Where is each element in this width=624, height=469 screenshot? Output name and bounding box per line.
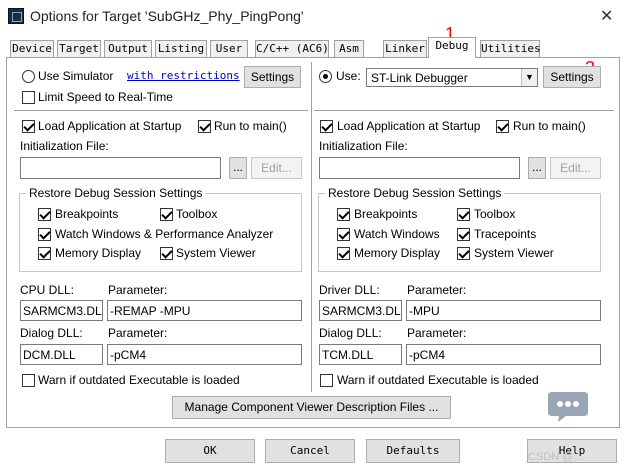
left-restore-title: Restore Debug Session Settings	[26, 186, 206, 200]
left-init-file-label: Initialization File:	[20, 139, 109, 153]
right-memory-checkbox[interactable]	[337, 247, 350, 260]
ok-button[interactable]: OK	[165, 439, 255, 463]
right-memory-label: Memory Display	[354, 246, 441, 260]
use-simulator-label: Use Simulator	[38, 69, 114, 83]
window-title: Options for Target 'SubGHz_Phy_PingPong'	[30, 8, 304, 24]
right-watch-label: Watch Windows	[354, 227, 440, 241]
tab-linker[interactable]: Linker	[383, 40, 427, 58]
right-breakpoints-checkbox[interactable]	[337, 208, 350, 221]
chevron-down-icon[interactable]: ▼	[521, 69, 537, 86]
left-section-divider	[14, 110, 308, 111]
left-init-file-input[interactable]	[20, 157, 221, 179]
left-run-main-checkbox[interactable]	[198, 120, 211, 133]
defaults-button[interactable]: Defaults	[366, 439, 460, 463]
left-memory-label: Memory Display	[55, 246, 142, 260]
right-init-file-input[interactable]	[319, 157, 520, 179]
left-dialog-param-label: Parameter:	[108, 326, 168, 340]
right-sysviewer-checkbox[interactable]	[457, 247, 470, 260]
app-icon	[8, 8, 24, 24]
left-breakpoints-checkbox[interactable]	[38, 208, 51, 221]
right-edit-button[interactable]: Edit...	[550, 157, 601, 179]
left-watch-label: Watch Windows & Performance Analyzer	[55, 227, 274, 241]
tab-target[interactable]: Target	[57, 40, 101, 58]
tab-device[interactable]: Device	[10, 40, 54, 58]
driver-param-label: Parameter:	[407, 283, 467, 297]
csdn-watermark: CSDN @...	[528, 451, 583, 463]
manage-component-viewer-button[interactable]: Manage Component Viewer Description File…	[172, 396, 451, 419]
left-toolbox-label: Toolbox	[176, 207, 218, 221]
use-label: Use:	[336, 69, 361, 83]
right-load-app-checkbox[interactable]	[320, 120, 333, 133]
debugger-settings-button[interactable]: Settings	[543, 66, 601, 88]
right-load-app-label: Load Application at Startup	[337, 119, 481, 133]
right-tracepoints-label: Tracepoints	[474, 227, 537, 241]
right-restore-title: Restore Debug Session Settings	[325, 186, 505, 200]
left-warn-checkbox[interactable]	[22, 374, 35, 387]
left-sysviewer-label: System Viewer	[176, 246, 256, 260]
column-divider	[311, 62, 312, 392]
driver-dll-input[interactable]: SARMCM3.DLL	[319, 300, 402, 321]
cpu-dll-input[interactable]: SARMCM3.DLL	[20, 300, 103, 321]
cpu-dll-label: CPU DLL:	[20, 283, 75, 297]
left-dialog-param-input[interactable]: -pCM4	[107, 344, 302, 365]
left-memory-checkbox[interactable]	[38, 247, 51, 260]
debugger-select-value: ST-Link Debugger	[371, 71, 468, 85]
right-dialog-param-input[interactable]: -pCM4	[406, 344, 601, 365]
left-browse-button[interactable]: ...	[229, 157, 247, 179]
limit-speed-checkbox[interactable]	[22, 91, 35, 104]
right-toolbox-label: Toolbox	[474, 207, 516, 221]
left-warn-label: Warn if outdated Executable is loaded	[38, 373, 240, 387]
right-sysviewer-label: System Viewer	[474, 246, 554, 260]
cpu-param-input[interactable]: -REMAP -MPU	[107, 300, 302, 321]
chat-bubble-icon	[546, 388, 590, 424]
right-init-file-label: Initialization File:	[319, 139, 408, 153]
right-toolbox-checkbox[interactable]	[457, 208, 470, 221]
close-icon[interactable]: ✕	[600, 6, 613, 26]
left-toolbox-checkbox[interactable]	[160, 208, 173, 221]
tab-user[interactable]: User	[210, 40, 248, 58]
left-dialog-dll-label: Dialog DLL:	[20, 326, 83, 340]
right-dialog-dll-label: Dialog DLL:	[319, 326, 382, 340]
left-dialog-dll-input[interactable]: DCM.DLL	[20, 344, 103, 365]
right-breakpoints-label: Breakpoints	[354, 207, 418, 221]
right-run-main-checkbox[interactable]	[496, 120, 509, 133]
right-watch-checkbox[interactable]	[337, 228, 350, 241]
right-dialog-param-label: Parameter:	[407, 326, 467, 340]
left-breakpoints-label: Breakpoints	[55, 207, 119, 221]
tab-listing[interactable]: Listing	[155, 40, 207, 58]
restrictions-link[interactable]: with restrictions	[127, 69, 240, 82]
right-warn-checkbox[interactable]	[320, 374, 333, 387]
limit-speed-label: Limit Speed to Real-Time	[38, 90, 173, 104]
use-simulator-radio[interactable]	[22, 70, 35, 83]
right-run-main-label: Run to main()	[513, 119, 586, 133]
left-sysviewer-checkbox[interactable]	[160, 247, 173, 260]
use-debugger-radio[interactable]	[319, 70, 332, 83]
tab-output[interactable]: Output	[104, 40, 152, 58]
cancel-button[interactable]: Cancel	[265, 439, 355, 463]
left-watch-checkbox[interactable]	[38, 228, 51, 241]
tab-asm[interactable]: Asm	[334, 40, 364, 58]
simulator-settings-button[interactable]: Settings	[244, 66, 301, 88]
right-browse-button[interactable]: ...	[528, 157, 546, 179]
tab-utilities[interactable]: Utilities	[480, 40, 541, 58]
driver-dll-label: Driver DLL:	[319, 283, 380, 297]
tab-debug[interactable]: Debug	[428, 37, 476, 58]
left-load-app-checkbox[interactable]	[22, 120, 35, 133]
debugger-select[interactable]: ST-Link Debugger ▼	[366, 68, 538, 87]
driver-param-input[interactable]: -MPU	[406, 300, 601, 321]
left-load-app-label: Load Application at Startup	[38, 119, 182, 133]
left-run-main-label: Run to main()	[214, 119, 287, 133]
right-section-divider	[314, 110, 614, 111]
right-tracepoints-checkbox[interactable]	[457, 228, 470, 241]
left-edit-button[interactable]: Edit...	[251, 157, 302, 179]
tab-cc[interactable]: C/C++ (AC6)	[255, 40, 329, 58]
cpu-param-label: Parameter:	[108, 283, 168, 297]
right-dialog-dll-input[interactable]: TCM.DLL	[319, 344, 402, 365]
right-warn-label: Warn if outdated Executable is loaded	[337, 373, 539, 387]
